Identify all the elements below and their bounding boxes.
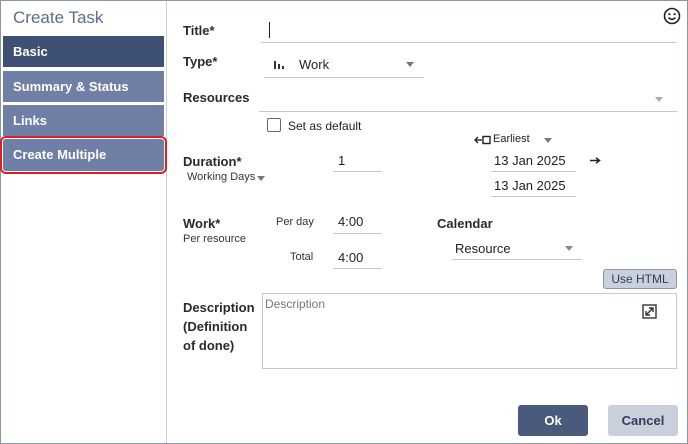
set-default-checkbox[interactable] xyxy=(267,118,281,132)
set-default-label: Set as default xyxy=(288,119,362,133)
per-day-value: 4:00 xyxy=(338,214,364,229)
sidebar: Create Task Basic Summary & Status Links… xyxy=(0,1,167,443)
duration-label: Duration* xyxy=(183,154,242,169)
total-input[interactable]: 4:00 xyxy=(333,245,382,269)
description-label: Description (Definition of done) xyxy=(183,298,255,355)
chevron-down-icon xyxy=(257,176,265,181)
chevron-down-icon xyxy=(565,246,573,251)
description-placeholder: Description xyxy=(265,297,326,311)
description-label-line2: (Definition xyxy=(183,319,248,334)
total-value: 4:00 xyxy=(338,250,364,265)
description-label-line1: Description xyxy=(183,300,255,315)
arrow-right-icon xyxy=(590,157,601,164)
calendar-value: Resource xyxy=(455,241,511,256)
calendar-select[interactable]: Resource xyxy=(452,236,582,260)
type-value: Work xyxy=(299,57,330,72)
bar-chart-icon xyxy=(274,61,284,69)
type-label: Type* xyxy=(183,54,218,69)
earliest-arrow-icon xyxy=(474,135,491,145)
type-select[interactable]: Work xyxy=(264,51,424,78)
use-html-button[interactable]: Use HTML xyxy=(603,269,677,289)
dialog-title: Create Task xyxy=(13,8,104,27)
chevron-down-icon xyxy=(406,62,414,67)
schedule-mode-value[interactable]: Earliest xyxy=(493,133,530,145)
per-day-label: Per day xyxy=(276,216,314,228)
ok-button[interactable]: Ok xyxy=(518,405,588,436)
calendar-label: Calendar xyxy=(437,216,493,231)
start-date-input[interactable]: 13 Jan 2025 xyxy=(491,149,576,172)
duration-value: 1 xyxy=(338,153,346,168)
sidebar-item-links[interactable]: Links xyxy=(3,105,164,136)
duration-unit-select[interactable]: Working Days xyxy=(183,169,273,187)
chevron-down-icon[interactable] xyxy=(544,138,552,143)
description-textarea[interactable]: Description xyxy=(262,293,677,369)
start-date-value: 13 Jan 2025 xyxy=(494,153,566,168)
sidebar-item-basic[interactable]: Basic xyxy=(3,36,164,67)
create-task-dialog: Create Task Basic Summary & Status Links… xyxy=(0,0,688,444)
duration-input[interactable]: 1 xyxy=(333,149,382,172)
description-label-line3: of done) xyxy=(183,338,235,353)
total-label: Total xyxy=(290,251,314,263)
sidebar-item-summary-status[interactable]: Summary & Status xyxy=(3,71,164,102)
title-input[interactable] xyxy=(261,19,677,43)
cancel-button[interactable]: Cancel xyxy=(608,405,678,436)
duration-unit-value: Working Days xyxy=(187,171,256,183)
sidebar-item-create-multiple[interactable]: Create Multiple xyxy=(0,136,167,174)
resources-label: Resources xyxy=(183,90,250,105)
per-day-input[interactable]: 4:00 xyxy=(333,210,382,234)
title-label: Title* xyxy=(183,23,215,38)
resources-select[interactable] xyxy=(259,85,677,112)
end-date-input[interactable]: 13 Jan 2025 xyxy=(491,174,576,197)
chevron-down-icon xyxy=(655,97,663,102)
text-cursor xyxy=(269,22,270,38)
work-label: Work* xyxy=(183,216,221,231)
work-sublabel: Per resource xyxy=(183,233,246,245)
expand-icon[interactable] xyxy=(642,304,657,319)
end-date-value: 13 Jan 2025 xyxy=(494,178,566,193)
